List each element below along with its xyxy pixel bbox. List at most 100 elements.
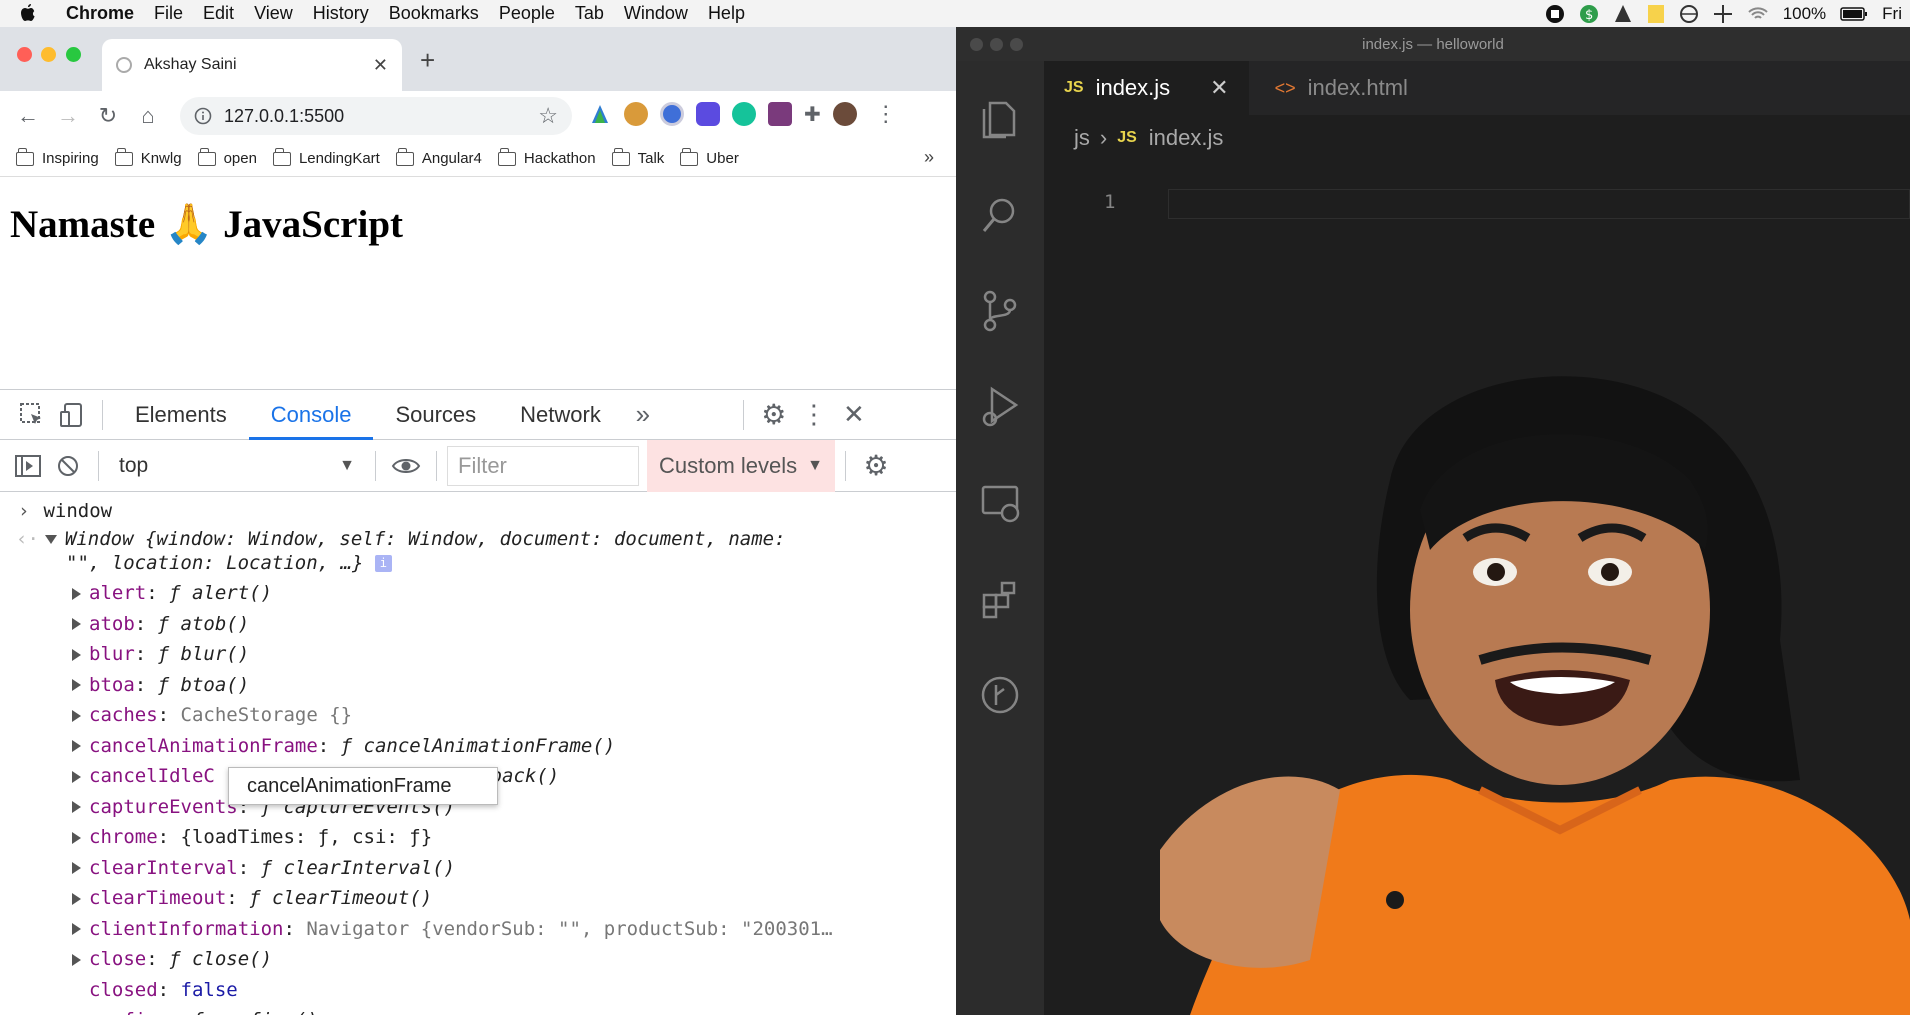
dollar-icon[interactable]: $ xyxy=(1579,4,1599,24)
bookmark-folder[interactable]: open xyxy=(197,147,257,167)
bookmark-folder[interactable]: Inspiring xyxy=(16,147,99,167)
expand-triangle-icon[interactable] xyxy=(72,709,81,722)
info-badge-icon[interactable]: i xyxy=(374,555,392,572)
minimize-window-button[interactable] xyxy=(41,47,56,62)
home-button[interactable]: ⌂ xyxy=(128,96,168,136)
zoom-window-button[interactable] xyxy=(1010,38,1023,51)
close-devtools-icon[interactable]: ✕ xyxy=(834,395,874,435)
inspect-element-icon[interactable] xyxy=(12,395,52,435)
device-toolbar-icon[interactable] xyxy=(52,395,92,435)
menu-people[interactable]: People xyxy=(489,3,565,24)
search-icon[interactable] xyxy=(976,191,1024,239)
remote-explorer-icon[interactable] xyxy=(976,479,1024,527)
console-property-row[interactable]: alert: ƒ alert() xyxy=(72,582,272,604)
breadcrumb-folder[interactable]: js xyxy=(1074,125,1090,151)
menu-bookmarks[interactable]: Bookmarks xyxy=(379,3,489,24)
grammarly-extension-icon[interactable] xyxy=(732,102,756,126)
settings-gear-icon[interactable]: ⚙ xyxy=(754,395,794,435)
address-bar[interactable]: 127.0.0.1:5500 ☆ xyxy=(180,97,572,135)
tab-sources[interactable]: Sources xyxy=(373,390,498,440)
bookmark-folder[interactable]: Talk xyxy=(611,147,664,167)
close-window-button[interactable] xyxy=(17,47,32,62)
console-property-row[interactable]: clientInformation: Navigator {vendorSub:… xyxy=(72,918,833,940)
tab-elements[interactable]: Elements xyxy=(113,390,249,440)
record-icon[interactable] xyxy=(1545,4,1565,24)
bookmark-folder[interactable]: Knwlg xyxy=(114,147,182,167)
cookie-extension-icon[interactable] xyxy=(624,102,648,126)
puzzle-extensions-icon[interactable]: ✚ xyxy=(804,102,821,127)
tab-network[interactable]: Network xyxy=(498,390,623,440)
expand-triangle-icon[interactable] xyxy=(72,618,81,630)
menu-window[interactable]: Window xyxy=(614,3,698,24)
expand-triangle-icon[interactable] xyxy=(44,535,57,544)
person-extension-icon[interactable] xyxy=(768,102,792,126)
battery-icon[interactable] xyxy=(1840,6,1868,21)
expand-triangle-icon[interactable] xyxy=(72,862,81,874)
editor-tab-index-html[interactable]: <> index.html xyxy=(1249,61,1428,115)
kebab-menu-icon[interactable]: ⋮ xyxy=(794,395,834,435)
console-property-row[interactable]: atob: ƒ atob() xyxy=(72,613,249,635)
notes-icon[interactable] xyxy=(1647,4,1665,24)
expand-triangle-icon[interactable] xyxy=(72,801,81,813)
console-property-row[interactable]: cancelAnimationFrame: ƒ cancelAnimationF… xyxy=(72,735,615,757)
info-icon[interactable] xyxy=(194,107,212,125)
menu-help[interactable]: Help xyxy=(698,3,755,24)
console-settings-gear-icon[interactable]: ⚙ xyxy=(856,446,896,486)
source-control-icon[interactable] xyxy=(976,287,1024,335)
vlc-icon[interactable] xyxy=(1613,4,1633,24)
close-icon[interactable]: ✕ xyxy=(373,55,388,76)
kebab-menu-icon[interactable]: ⋮ xyxy=(875,101,897,127)
zoom-extension-icon[interactable] xyxy=(696,102,720,126)
more-bookmarks-icon[interactable]: » xyxy=(924,147,934,168)
console-property-row[interactable]: caches: CacheStorage {} xyxy=(72,704,352,726)
reload-button[interactable]: ↻ xyxy=(88,96,128,136)
expand-triangle-icon[interactable] xyxy=(72,923,81,935)
menu-app-name[interactable]: Chrome xyxy=(56,3,144,24)
expand-triangle-icon[interactable] xyxy=(72,831,81,844)
console-property-row[interactable]: confirm: ƒ confirm() xyxy=(72,1009,318,1015)
explorer-icon[interactable] xyxy=(976,95,1024,143)
more-tabs-icon[interactable]: » xyxy=(623,395,663,435)
bookmark-star-icon[interactable]: ☆ xyxy=(538,103,558,129)
menu-view[interactable]: View xyxy=(244,3,303,24)
close-window-button[interactable] xyxy=(970,38,983,51)
console-property-row[interactable]: btoa: ƒ btoa() xyxy=(72,674,249,696)
expand-triangle-icon[interactable] xyxy=(72,679,81,691)
bookmark-folder[interactable]: Uber xyxy=(680,147,739,167)
minimize-window-button[interactable] xyxy=(990,38,1003,51)
expand-triangle-icon[interactable] xyxy=(72,770,81,783)
live-expression-eye-icon[interactable] xyxy=(386,446,426,486)
menu-history[interactable]: History xyxy=(303,3,379,24)
console-property-row[interactable]: close: ƒ close() xyxy=(72,948,272,970)
browser-tab[interactable]: Akshay Saini ✕ xyxy=(102,39,402,91)
menu-edit[interactable]: Edit xyxy=(193,3,244,24)
clear-console-icon[interactable] xyxy=(48,446,88,486)
console-property-row[interactable]: clearInterval: ƒ clearInterval() xyxy=(72,857,455,879)
compass-extension-icon[interactable] xyxy=(660,102,684,126)
console-property-row[interactable]: clearTimeout: ƒ clearTimeout() xyxy=(72,887,432,909)
forward-button[interactable]: → xyxy=(48,96,88,136)
menu-tab[interactable]: Tab xyxy=(565,3,614,24)
sidebar-toggle-icon[interactable] xyxy=(8,446,48,486)
expand-triangle-icon[interactable] xyxy=(72,648,81,661)
run-debug-icon[interactable] xyxy=(976,383,1024,431)
zoom-window-button[interactable] xyxy=(66,47,81,62)
close-tab-icon[interactable]: ✕ xyxy=(1210,75,1228,101)
apple-icon[interactable] xyxy=(0,4,56,23)
globe-icon[interactable] xyxy=(1679,4,1699,24)
bookmark-folder[interactable]: LendingKart xyxy=(272,147,380,167)
bookmark-folder[interactable]: Hackathon xyxy=(497,147,596,167)
tab-console[interactable]: Console xyxy=(248,390,374,440)
expand-triangle-icon[interactable] xyxy=(72,587,81,600)
expand-triangle-icon[interactable] xyxy=(72,953,81,966)
wifi-icon[interactable] xyxy=(1747,5,1769,23)
console-property-row[interactable]: blur: ƒ blur() xyxy=(72,643,249,665)
clock-day[interactable]: Fri xyxy=(1882,4,1902,24)
editor-tab-index-js[interactable]: JS index.js ✕ xyxy=(1044,61,1249,115)
log-levels-dropdown[interactable]: Custom levels ▼ xyxy=(647,439,835,492)
chart-extension-icon[interactable] xyxy=(588,102,612,126)
profile-avatar[interactable] xyxy=(832,102,857,126)
console-result-line[interactable]: ‹· Window {window: Window, self: Window, … xyxy=(16,528,786,550)
new-tab-button[interactable]: + xyxy=(420,45,435,76)
console-property-row[interactable]: chrome: {loadTimes: ƒ, csi: ƒ} xyxy=(72,826,432,848)
